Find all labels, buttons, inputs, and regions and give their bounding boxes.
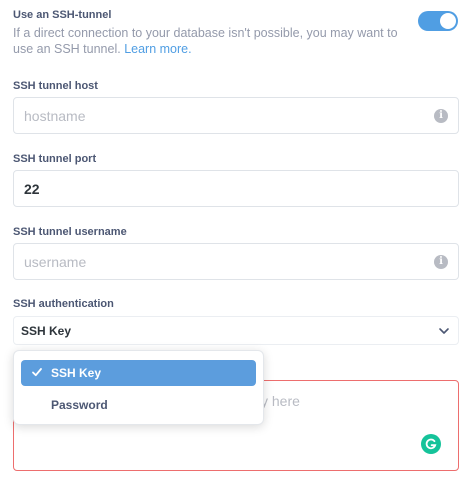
- dropdown-option-ssh-key[interactable]: SSH Key: [21, 360, 256, 386]
- chevron-down-icon: [439, 328, 449, 334]
- host-label: SSH tunnel host: [13, 80, 98, 92]
- port-input[interactable]: 22: [13, 170, 459, 207]
- info-icon: i: [434, 109, 448, 123]
- username-label: SSH tunnel username: [13, 226, 127, 238]
- grammarly-icon[interactable]: [421, 434, 441, 454]
- auth-select[interactable]: SSH Key: [13, 316, 459, 345]
- toggle-knob: [440, 13, 456, 29]
- port-value: 22: [24, 181, 40, 197]
- auth-dropdown-menu: SSH Key Password: [13, 350, 264, 425]
- checkmark-icon: [32, 368, 42, 377]
- dropdown-option-label: SSH Key: [51, 366, 102, 380]
- learn-more-link[interactable]: Learn more.: [124, 42, 191, 56]
- ssh-tunnel-toggle[interactable]: [418, 11, 458, 31]
- ssh-tunnel-description-text: If a direct connection to your database …: [13, 26, 398, 56]
- username-placeholder: username: [24, 254, 87, 270]
- host-placeholder: hostname: [24, 108, 86, 124]
- dropdown-option-label: Password: [51, 398, 108, 412]
- ssh-tunnel-description: If a direct connection to your database …: [13, 25, 405, 57]
- private-key-placeholder: y here: [261, 393, 300, 409]
- username-input[interactable]: username i: [13, 243, 459, 280]
- port-label: SSH tunnel port: [13, 153, 97, 165]
- dropdown-option-password[interactable]: Password: [21, 392, 256, 418]
- info-icon: i: [434, 255, 448, 269]
- auth-selected-value: SSH Key: [21, 324, 72, 338]
- ssh-tunnel-title: Use an SSH-tunnel: [13, 9, 112, 21]
- host-input[interactable]: hostname i: [13, 97, 459, 134]
- auth-label: SSH authentication: [13, 298, 114, 310]
